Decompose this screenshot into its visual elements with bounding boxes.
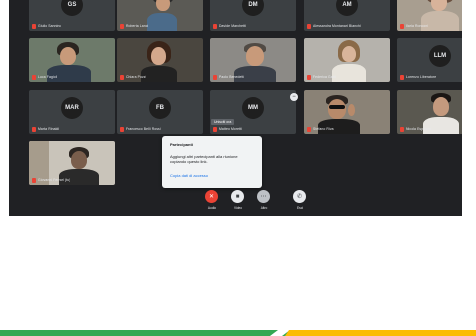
avatar: LLM <box>429 45 451 68</box>
avatar: MAR <box>61 97 83 120</box>
participant-name: Federica Gatti <box>313 75 336 79</box>
toolbar-label: Esci <box>296 206 304 210</box>
participant-name: Giulio Sannino <box>38 24 62 28</box>
participant-name: Ilaria Ronconi <box>406 24 429 28</box>
participant-name: Paolo Benedetti <box>219 75 245 79</box>
more-options-button[interactable]: ⋯ <box>257 190 270 203</box>
participant-name: Giovanni Ferrari (tu) <box>38 178 71 182</box>
mic-toggle-button[interactable]: ✕ <box>205 190 218 203</box>
participant-name: Roberta Lanci <box>126 24 149 28</box>
mic-muted-icon <box>120 74 124 80</box>
camera-icon: ■ <box>235 193 240 200</box>
meeting-window: GS Giulio Sannino Roberta Lanci DM David… <box>9 0 462 216</box>
popover-body: Aggiungi altri partecipanti alla riunion… <box>170 154 238 164</box>
mic-muted-icon <box>307 74 311 80</box>
participant-name: Davide Marchetti <box>219 24 247 28</box>
toolbar-label: Altro <box>260 206 268 210</box>
participant-tile[interactable]: Paolo Benedetti <box>210 38 296 82</box>
avatar: FB <box>149 97 171 120</box>
participant-name: Lorenzo Liberatore <box>406 75 437 79</box>
mic-muted-icon <box>400 74 404 80</box>
participant-tile-self[interactable]: Giovanni Ferrari (tu) <box>29 141 115 185</box>
mic-muted-icon <box>213 126 217 132</box>
participant-tile[interactable]: DM Davide Marchetti <box>210 0 296 31</box>
mic-muted-icon <box>213 74 217 80</box>
participant-name: Chiara Pozzi <box>126 75 147 79</box>
avatar: GS <box>61 0 83 17</box>
leave-call-button[interactable]: ✆ <box>293 190 306 203</box>
participant-tile[interactable]: MM Matteo Moretti <box>210 90 296 134</box>
phone-icon: ✆ <box>296 193 303 200</box>
participant-tile[interactable]: FB Francesco Belli Rossi <box>117 90 203 134</box>
participant-name: Alessandra Montanari Bianchi <box>313 24 361 28</box>
popover-title: Partecipanti <box>170 142 193 147</box>
participant-name: Matteo Moretti <box>219 127 243 131</box>
participant-tile[interactable]: Chiara Pozzi <box>117 38 203 82</box>
participant-tile[interactable]: GS Giulio Sannino <box>29 0 115 31</box>
avatar: AM <box>336 0 358 17</box>
more-icon: ⋯ <box>260 193 267 200</box>
participant-name: Nicola Esposito <box>406 127 431 131</box>
mic-muted-icon <box>307 23 311 29</box>
mic-muted-icon <box>120 126 124 132</box>
avatar: DM <box>242 0 264 17</box>
minimize-tile-icon[interactable]: − <box>290 93 298 101</box>
participant-tile[interactable]: Federica Gatti <box>304 38 390 82</box>
participant-name: Luca Fagioli <box>38 75 58 79</box>
meeting-toolbar: ✕ Audio ■ Video ⋯ Altro ✆ Esci <box>199 190 319 214</box>
participants-popover: Partecipanti Aggiungi altri partecipanti… <box>162 136 262 188</box>
mic-muted-icon <box>213 23 217 29</box>
participant-tile[interactable]: MAR Marta Rinaldi <box>29 90 115 134</box>
footer-band-yellow <box>285 330 476 336</box>
participant-tile[interactable]: LLM Lorenzo Liberatore <box>397 38 462 82</box>
mic-muted-icon <box>400 126 404 132</box>
camera-toggle-button[interactable]: ■ <box>231 190 244 203</box>
toolbar-label: Video <box>233 206 243 210</box>
participant-tile[interactable]: Stefano Riva <box>304 90 390 134</box>
participant-name: Marta Rinaldi <box>38 127 60 131</box>
copy-link-button[interactable]: Copia dati di accesso <box>170 173 254 178</box>
participant-name: Francesco Belli Rossi <box>126 127 161 131</box>
avatar: MM <box>242 97 264 120</box>
mic-muted-icon <box>120 23 124 29</box>
participant-name: Stefano Riva <box>313 127 334 131</box>
participant-tile[interactable]: Ilaria Ronconi <box>397 0 462 31</box>
participant-tile[interactable]: Luca Fagioli <box>29 38 115 82</box>
toolbar-label: Audio <box>207 206 217 210</box>
mic-muted-icon <box>400 23 404 29</box>
participant-tile[interactable]: Roberta Lanci <box>117 0 203 31</box>
mic-muted-icon <box>32 126 36 132</box>
mic-off-icon: ✕ <box>208 193 215 200</box>
mic-muted-icon <box>32 177 36 183</box>
mic-muted-icon <box>307 126 311 132</box>
tooltip: Unisciti ora <box>211 119 235 125</box>
participant-tile[interactable]: AM Alessandra Montanari Bianchi <box>304 0 390 31</box>
mic-muted-icon <box>32 23 36 29</box>
mic-muted-icon <box>32 74 36 80</box>
participant-tile[interactable]: Nicola Esposito <box>397 90 462 134</box>
